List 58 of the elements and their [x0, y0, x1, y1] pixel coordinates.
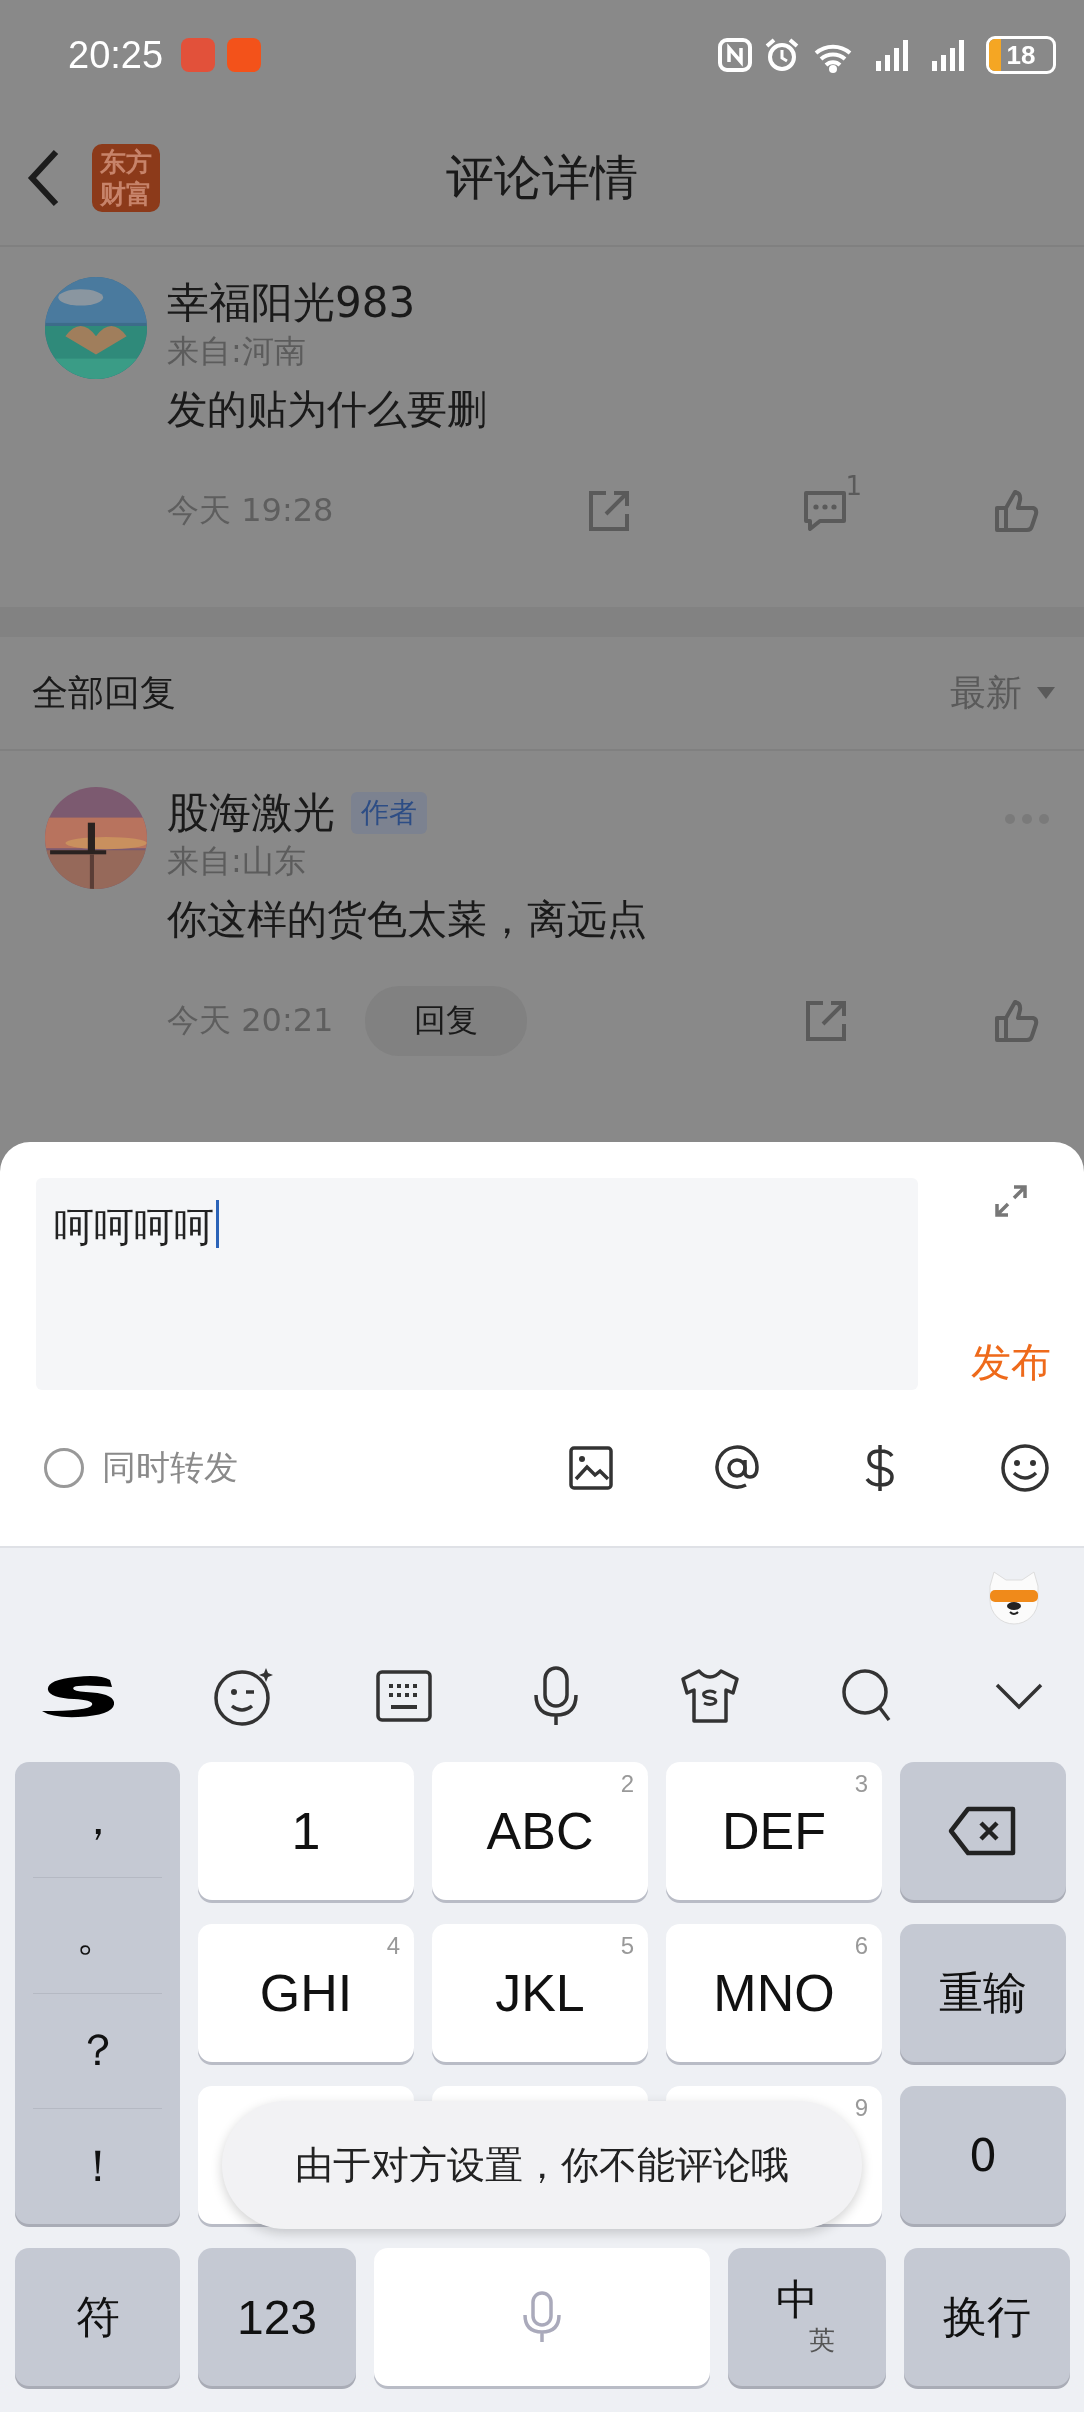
- key-number: 3: [854, 1770, 868, 1798]
- app-logo: 东方财富: [92, 143, 160, 212]
- comment-text: 发的贴为什么要删: [167, 385, 488, 434]
- keyboard-icon[interactable]: [374, 1669, 433, 1723]
- mention-icon[interactable]: [714, 1445, 760, 1491]
- keyboard-key[interactable]: 6 MNO: [666, 1924, 882, 2062]
- key-label: JKL: [495, 1963, 585, 2023]
- user-name[interactable]: 幸福阳光983: [167, 277, 1039, 329]
- backspace-icon: [948, 1806, 1018, 1856]
- numbers-key[interactable]: 123: [198, 2248, 356, 2386]
- key-number: 4: [386, 1932, 400, 1960]
- key-number: 2: [620, 1770, 634, 1798]
- battery-level: 18: [1006, 39, 1036, 71]
- comment-text: 你这样的货色太菜，离远点: [167, 895, 648, 944]
- comment-input[interactable]: 呵呵呵呵: [36, 1178, 918, 1390]
- caret-icon: [1036, 686, 1056, 700]
- reply-button[interactable]: 回复: [365, 986, 528, 1056]
- punctuation-key[interactable]: ？: [33, 1993, 162, 2110]
- keyboard-key[interactable]: 5 JKL: [432, 1924, 648, 2062]
- punctuation-key[interactable]: ，: [33, 1762, 162, 1878]
- microphone-icon: [522, 2291, 562, 2343]
- language-key[interactable]: 中 英: [728, 2248, 886, 2386]
- enter-key[interactable]: 换行: [904, 2248, 1070, 2386]
- key-label: ABC: [486, 1801, 594, 1861]
- keyboard-key[interactable]: 3 DEF: [666, 1762, 882, 1900]
- key-label: GHI: [259, 1963, 353, 2023]
- emoji-icon[interactable]: [1000, 1443, 1050, 1493]
- page-title: 评论详情: [446, 147, 638, 207]
- key-label: 1: [291, 1801, 321, 1861]
- section-title: 全部回复: [32, 670, 176, 715]
- expand-icon[interactable]: [994, 1184, 1028, 1218]
- logo-icon[interactable]: [40, 1674, 114, 1718]
- collapse-icon[interactable]: [993, 1681, 1044, 1711]
- punctuation-key[interactable]: ！: [33, 2109, 162, 2224]
- keyboard-key[interactable]: 重输: [900, 1924, 1066, 2062]
- status-time: 20:25: [68, 33, 164, 77]
- microphone-icon[interactable]: [531, 1665, 581, 1727]
- key-number: 6: [854, 1932, 868, 1960]
- key-label: DEF: [722, 1801, 826, 1861]
- backspace-key[interactable]: [900, 1762, 1066, 1900]
- symbols-key[interactable]: 符: [15, 2248, 180, 2386]
- image-icon[interactable]: [568, 1445, 614, 1491]
- keyboard-key[interactable]: 4 GHI: [198, 1924, 414, 2062]
- alarm-icon: [764, 37, 800, 73]
- user-name[interactable]: 股海激光: [167, 787, 335, 839]
- punctuation-key[interactable]: 。: [33, 1877, 162, 1994]
- key-number: 5: [620, 1932, 634, 1960]
- nfc-icon: [718, 38, 752, 72]
- repost-checkbox[interactable]: [44, 1448, 84, 1488]
- notification-icon: [181, 38, 216, 72]
- key-label: MNO: [713, 1963, 835, 2023]
- shirt-icon[interactable]: [679, 1667, 742, 1725]
- battery-fill: [989, 39, 1001, 71]
- keyboard-key[interactable]: 1: [198, 1762, 414, 1900]
- author-badge: 作者: [351, 792, 427, 834]
- notification-icon: [227, 38, 262, 72]
- keyboard-key[interactable]: 2 ABC: [432, 1762, 648, 1900]
- keyboard-key[interactable]: 0: [900, 2086, 1066, 2224]
